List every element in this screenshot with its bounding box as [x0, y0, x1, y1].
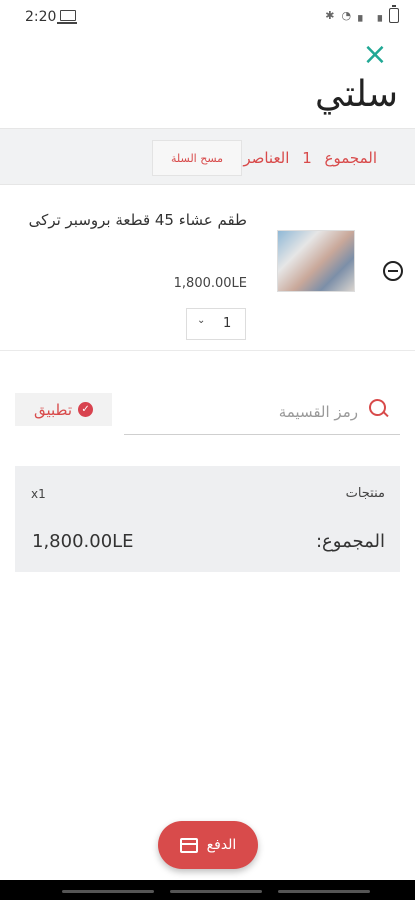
- clear-cart-button[interactable]: مسح السلة: [152, 140, 242, 176]
- page-title: سلتي: [315, 74, 398, 115]
- pay-label: الدفع: [206, 837, 237, 853]
- total-label: المجموع:: [315, 531, 385, 552]
- search-icon: [369, 399, 386, 416]
- laptop-icon: [57, 10, 77, 24]
- remove-item-icon[interactable]: [383, 261, 403, 281]
- coupon-field: [124, 390, 400, 435]
- credit-card-icon: [179, 837, 198, 853]
- close-icon[interactable]: ×: [362, 40, 388, 70]
- item-image[interactable]: [277, 230, 355, 292]
- summary-items-label: العناصر: [243, 149, 290, 167]
- signal-icon-2: ▗: [373, 9, 382, 22]
- battery-icon: [389, 5, 399, 23]
- status-time: 2:20: [25, 9, 57, 25]
- coupon-input[interactable]: [136, 398, 360, 426]
- quantity-value: 1: [223, 316, 232, 331]
- item-name[interactable]: طقم عشاء 45 قطعة بروسبر تركى: [17, 204, 247, 236]
- apply-coupon-button[interactable]: ✓ تطبيق: [15, 393, 112, 426]
- vibrate-icon: ✱: [325, 9, 335, 22]
- nav-segment-right[interactable]: [278, 890, 370, 893]
- pay-button[interactable]: الدفع: [158, 821, 258, 869]
- apply-label: تطبيق: [33, 400, 73, 419]
- cart-item: طقم عشاء 45 قطعة بروسبر تركى 1,800.00LE …: [0, 184, 415, 351]
- nav-segment-left[interactable]: [62, 890, 154, 893]
- chevron-down-icon: ⌄: [197, 315, 206, 326]
- products-label: منتجات: [345, 486, 385, 501]
- totals-panel: منتجات x1 المجموع: 1,800.00LE: [15, 466, 400, 572]
- status-bar: 2:20 ✱ ◔ ▖ ▗: [0, 0, 415, 34]
- summary-label: المجموع 1 العناصر: [243, 149, 377, 167]
- status-icons: ✱ ◔ ▖ ▗: [325, 5, 399, 23]
- products-count: x1: [31, 487, 46, 501]
- summary-total-label: المجموع: [324, 149, 377, 167]
- summary-count: 1: [302, 149, 312, 167]
- total-value: 1,800.00LE: [32, 531, 134, 552]
- quantity-dropdown[interactable]: ⌄ 1: [186, 308, 246, 340]
- system-nav-bar: [0, 880, 415, 900]
- verified-check-icon: ✓: [78, 402, 94, 417]
- nav-segment-home[interactable]: [170, 890, 262, 893]
- item-price: 1,800.00LE: [173, 276, 247, 291]
- signal-icon: ▖: [358, 9, 367, 22]
- wifi-icon: ◔: [341, 9, 352, 22]
